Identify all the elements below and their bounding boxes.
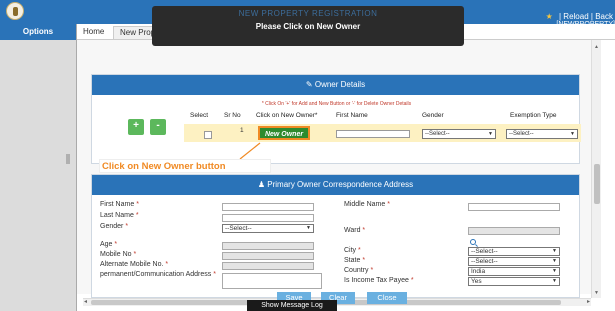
- tax-payee-value: Yes: [471, 278, 482, 285]
- chevron-down-icon: ▼: [552, 258, 557, 264]
- remove-owner-button[interactable]: -: [150, 119, 166, 135]
- back-link[interactable]: Back: [595, 12, 613, 21]
- country-select[interactable]: India ▼: [468, 267, 560, 276]
- chevron-down-icon: ▼: [552, 278, 557, 284]
- new-owner-button[interactable]: New Owner: [258, 126, 310, 140]
- chevron-down-icon: ▼: [488, 131, 493, 137]
- sidebar-title[interactable]: Options: [0, 24, 76, 40]
- chevron-down-icon: ▼: [552, 248, 557, 254]
- gender-value: --Select--: [225, 225, 252, 232]
- state-value: --Select--: [471, 258, 498, 265]
- callout-arrow: [239, 142, 261, 160]
- notification-toast: NEW PROPERTY REGISTRATION Please Click o…: [152, 6, 464, 46]
- tab-home[interactable]: Home: [83, 27, 104, 36]
- owner-first-name-input[interactable]: [336, 130, 410, 138]
- col-first-name: First Name: [336, 112, 368, 119]
- last-name-input[interactable]: [222, 214, 314, 222]
- country-value: India: [471, 268, 486, 275]
- correspondence-title: Primary Owner Correspondence Address: [267, 180, 414, 189]
- owner-exemption-select[interactable]: --Select-- ▼: [506, 129, 578, 139]
- owner-select-checkbox[interactable]: [204, 131, 212, 139]
- scroll-left-icon[interactable]: ◂: [84, 298, 87, 305]
- separator-1: |: [558, 12, 562, 21]
- chevron-down-icon: ▼: [570, 131, 575, 137]
- person-icon: ♟: [257, 180, 268, 189]
- owner-exemption-value: --Select--: [509, 131, 534, 137]
- label-address: permanent/Communication Address *: [100, 271, 216, 278]
- col-gender: Gender: [422, 112, 444, 119]
- sidebar: Options: [0, 24, 76, 311]
- tax-payee-select[interactable]: Yes ▼: [468, 277, 560, 286]
- label-mobile: Mobile No *: [100, 251, 137, 258]
- owner-sr-no: 1: [240, 127, 244, 134]
- col-exemption-type: Exemption Type: [510, 112, 557, 119]
- correspondence-header: ♟ Primary Owner Correspondence Address: [92, 175, 579, 195]
- label-first-name: First Name *: [100, 201, 139, 208]
- address-textarea[interactable]: [222, 273, 322, 289]
- scroll-down-icon[interactable]: ▼: [594, 290, 599, 296]
- city-select[interactable]: --Select-- ▼: [468, 247, 560, 256]
- correspondence-panel: ♟ Primary Owner Correspondence Address F…: [91, 174, 580, 298]
- toast-message: Please Click on New Owner: [255, 22, 361, 31]
- owner-details-header: ✎ Owner Details: [92, 75, 579, 95]
- ward-input[interactable]: [468, 227, 560, 235]
- first-name-input[interactable]: [222, 203, 314, 211]
- main-content: Home New Property Registration ✎ Owner D…: [76, 24, 615, 311]
- label-country: Country *: [344, 267, 374, 274]
- add-owner-button[interactable]: +: [128, 119, 144, 135]
- close-button[interactable]: Close: [367, 292, 407, 304]
- col-srno: Sr No: [224, 112, 241, 119]
- owner-details-title: Owner Details: [314, 80, 366, 89]
- chevron-down-icon: ▼: [552, 268, 557, 274]
- separator-2: |: [590, 12, 593, 21]
- vertical-scrollbar[interactable]: ▲ ▼: [591, 40, 601, 298]
- age-input[interactable]: [222, 242, 314, 250]
- label-gender: Gender *: [100, 223, 129, 230]
- owner-gender-value: --Select--: [425, 131, 450, 137]
- scroll-up-icon[interactable]: ▲: [594, 44, 599, 50]
- star-icon[interactable]: ★: [546, 12, 553, 21]
- search-icon[interactable]: [470, 239, 476, 245]
- label-ward: Ward *: [344, 227, 366, 234]
- label-alt-mobile: Alternate Mobile No. *: [100, 261, 169, 268]
- emblem-logo: [6, 2, 24, 20]
- label-state: State *: [344, 257, 366, 264]
- form-scroll-area: ✎ Owner Details * Click On '+' for Add a…: [77, 40, 591, 306]
- chevron-down-icon: ▼: [306, 225, 311, 231]
- state-select[interactable]: --Select-- ▼: [468, 257, 560, 266]
- vertical-scroll-thumb[interactable]: [594, 164, 600, 204]
- new-owner-callout: Click on New Owner button: [99, 159, 271, 173]
- city-value: --Select--: [471, 248, 498, 255]
- owner-hint: * Click On '+' for Add and New Button or…: [261, 101, 412, 107]
- label-age: Age *: [100, 241, 118, 248]
- label-last-name: Last Name *: [100, 212, 139, 219]
- scroll-right-icon[interactable]: ▸: [587, 298, 590, 305]
- label-city: City *: [344, 247, 361, 254]
- reload-link[interactable]: Reload: [563, 12, 588, 21]
- alt-mobile-input[interactable]: [222, 262, 314, 270]
- owner-details-panel: ✎ Owner Details * Click On '+' for Add a…: [91, 74, 581, 164]
- middle-name-input[interactable]: [468, 203, 560, 211]
- label-tax-payee: Is Income Tax Payee *: [344, 277, 414, 284]
- sidebar-resize-handle[interactable]: [66, 154, 70, 164]
- toast-title: NEW PROPERTY REGISTRATION: [238, 9, 378, 18]
- mobile-input[interactable]: [222, 252, 314, 260]
- edit-icon: ✎: [305, 80, 315, 89]
- label-middle-name: Middle Name *: [344, 201, 390, 208]
- owner-gender-select[interactable]: --Select-- ▼: [422, 129, 496, 139]
- header-links: ★ | Reload | Back: [546, 12, 613, 21]
- gender-select[interactable]: --Select-- ▼: [222, 224, 314, 233]
- show-message-log-button[interactable]: Show Message Log: [247, 300, 337, 311]
- col-select: Select: [190, 112, 209, 119]
- col-new-owner: Click on New Owner*: [256, 112, 318, 119]
